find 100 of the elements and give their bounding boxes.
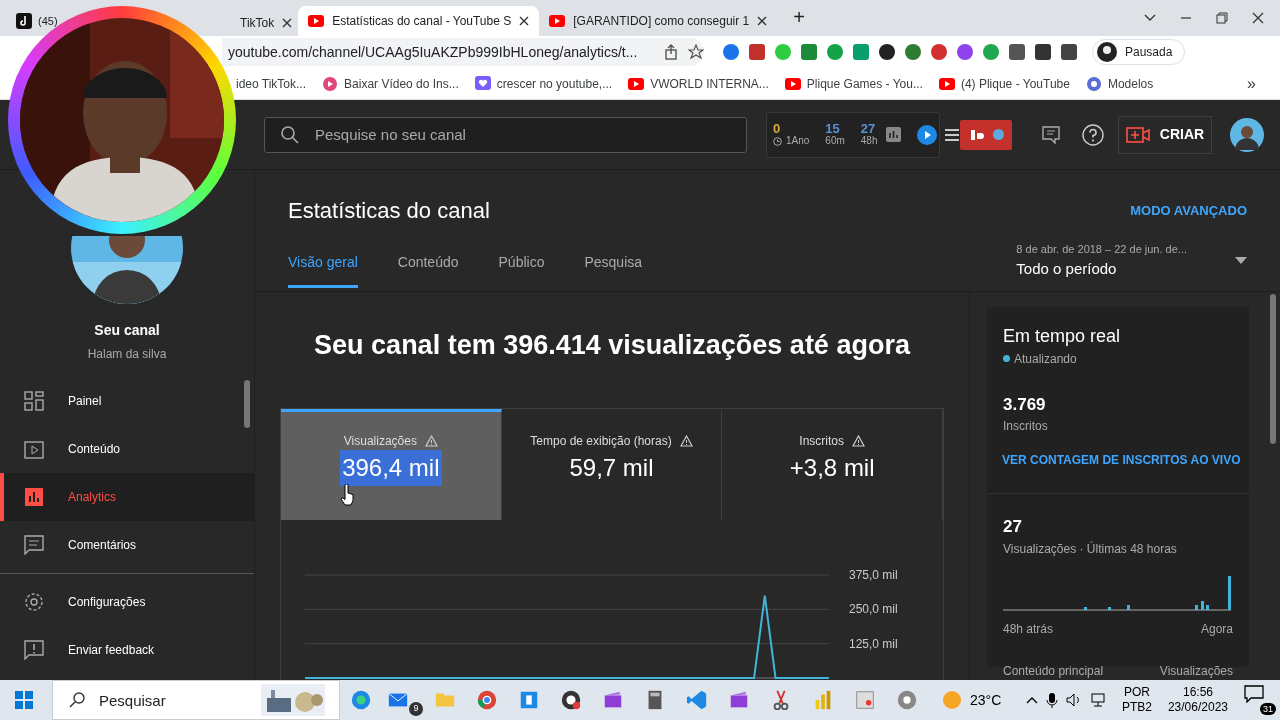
weather-icon bbox=[942, 690, 962, 710]
help-icon[interactable] bbox=[1082, 123, 1104, 146]
warning-icon bbox=[424, 435, 438, 448]
share-icon[interactable] bbox=[664, 44, 680, 60]
search-input[interactable]: Pesquise no seu canal bbox=[313, 117, 746, 152]
column-header: Visualizações bbox=[1159, 662, 1233, 680]
live-count-link[interactable]: VER CONTAGEM DE INSCRITOS AO VIVO bbox=[1002, 451, 1253, 470]
tiktok-icon[interactable] bbox=[16, 13, 32, 29]
play-icon[interactable] bbox=[916, 124, 937, 145]
scrollbar[interactable] bbox=[1270, 293, 1276, 444]
nav-item[interactable]: Analytics bbox=[0, 473, 254, 521]
notification-badge: 9 bbox=[409, 702, 423, 716]
video-play-icon bbox=[549, 13, 566, 29]
record-icon[interactable] bbox=[560, 689, 582, 711]
page-title: Estatísticas do canal bbox=[288, 197, 490, 225]
bar-chart-icon[interactable] bbox=[885, 127, 901, 142]
avatar[interactable] bbox=[1230, 117, 1264, 152]
counter-value: 0 bbox=[773, 122, 782, 137]
windows-icon[interactable] bbox=[15, 691, 33, 709]
status-dot-icon bbox=[1003, 355, 1010, 363]
axis-label: Agora bbox=[1200, 620, 1233, 638]
column-header: Conteúdo principal bbox=[1003, 662, 1104, 680]
temperature: 23°C bbox=[970, 690, 1002, 710]
chrome-icon[interactable] bbox=[476, 689, 498, 711]
close-icon[interactable] bbox=[757, 16, 768, 26]
code-editor-icon[interactable] bbox=[686, 689, 708, 711]
tab[interactable]: Público bbox=[498, 252, 545, 288]
nav-item[interactable]: Configurações bbox=[0, 578, 254, 626]
counter-value: 15 bbox=[825, 122, 840, 137]
browser-tab[interactable]: TikTok bbox=[238, 10, 299, 36]
tab[interactable]: Visão geral bbox=[288, 252, 358, 288]
microphone-icon[interactable] bbox=[1045, 692, 1058, 708]
browser-icon[interactable] bbox=[350, 689, 372, 711]
close-icon[interactable] bbox=[282, 18, 293, 28]
bookmark[interactable]: Plique Games - You... bbox=[784, 74, 923, 93]
status-dot-icon bbox=[992, 129, 1004, 140]
tab-title[interactable]: (45) bbox=[38, 15, 58, 27]
nav-item[interactable]: Enviar feedback bbox=[0, 626, 254, 674]
metric-label: Tempo de exibição (horas) bbox=[530, 433, 672, 451]
close-icon[interactable] bbox=[519, 16, 530, 26]
window-app-icon[interactable] bbox=[854, 689, 876, 711]
notifications-button[interactable]: 31 bbox=[1244, 685, 1276, 715]
advanced-mode-link[interactable]: MODO AVANÇADO bbox=[1130, 200, 1247, 221]
nav-item[interactable]: Painel bbox=[0, 377, 254, 425]
speaker-icon[interactable] bbox=[1065, 693, 1082, 707]
menu-icon[interactable] bbox=[944, 128, 959, 141]
tab[interactable]: Conteúdo bbox=[397, 252, 459, 288]
settings-icon bbox=[24, 592, 44, 612]
browser-tab[interactable]: Estatísticas do canal - YouTube S bbox=[298, 6, 540, 36]
taskbar-search-field[interactable]: Pesquisar bbox=[52, 680, 340, 720]
nav-item[interactable]: Conteúdo bbox=[0, 425, 254, 473]
view-count: 27 bbox=[1003, 516, 1023, 539]
bookmark[interactable]: Baixar Vídeo do Ins... bbox=[322, 74, 459, 93]
search-input[interactable]: Pesquisar bbox=[97, 682, 247, 718]
metric-tab[interactable]: Visualizações 396,4 mil bbox=[281, 409, 502, 521]
date-range: 8 de abr. de 2018 – 22 de jun. de... bbox=[1016, 242, 1187, 257]
more-bookmarks-button[interactable]: » bbox=[1247, 71, 1280, 96]
url-text: youtube.com/channel/UCAAg5IuAKZPb999IbHLoneg/analytics/t... bbox=[228, 42, 639, 62]
status-text: Atualizando bbox=[1014, 350, 1077, 368]
chevron-up-icon[interactable] bbox=[1025, 696, 1038, 704]
new-tab-button[interactable]: + bbox=[793, 2, 805, 32]
video-play-icon bbox=[628, 75, 645, 92]
app-icon[interactable] bbox=[518, 689, 540, 711]
bookmark[interactable]: (4) Plique - YouTube bbox=[938, 74, 1070, 93]
avatar-icon bbox=[1097, 42, 1117, 62]
browser-tab[interactable]: [GARANTIDO] como conseguir 1 bbox=[539, 6, 778, 36]
views-label: Visualizações · Últimas 48 horas bbox=[1003, 540, 1178, 558]
chrome-icon[interactable] bbox=[896, 689, 918, 711]
clock-icon bbox=[773, 136, 782, 146]
comment-icon bbox=[24, 535, 44, 555]
extension-icon[interactable] bbox=[1008, 43, 1026, 61]
video-play-icon bbox=[784, 75, 801, 92]
tab[interactable]: Pesquisa bbox=[584, 252, 643, 288]
language-indicator[interactable]: POR PTB2 bbox=[1121, 685, 1152, 715]
bookmark[interactable]: crescer no youtube,... bbox=[474, 74, 613, 93]
scrollbar[interactable] bbox=[244, 380, 250, 428]
bookmark[interactable]: Modelos bbox=[1085, 74, 1154, 93]
search-field[interactable]: Pesquise no seu canal bbox=[264, 116, 747, 153]
search-icon bbox=[69, 692, 85, 708]
metric-value: +3,8 mil bbox=[788, 453, 876, 484]
search-icon bbox=[281, 125, 299, 144]
address-bar[interactable]: youtube.com/channel/UCAAg5IuAKZPb999IbHLoneg/analytics/t... bbox=[222, 38, 704, 66]
close-icon[interactable] bbox=[1252, 12, 1264, 24]
metric-label: Visualizações bbox=[343, 433, 417, 451]
extension-icon[interactable] bbox=[1034, 43, 1052, 61]
tab-title: Estatísticas do canal - YouTube S bbox=[332, 14, 512, 28]
extension-icon[interactable] bbox=[878, 43, 896, 61]
clock[interactable]: 16:56 23/06/2023 bbox=[1167, 685, 1228, 715]
feedback-icon[interactable] bbox=[1042, 125, 1060, 144]
nav-item[interactable]: Comentários bbox=[0, 521, 254, 569]
metric-value: 396,4 mil bbox=[340, 450, 442, 487]
bookmark[interactable]: VWORLD INTERNA... bbox=[628, 74, 769, 93]
bookmark[interactable]: ideo TikTok... bbox=[236, 74, 307, 93]
date-picker[interactable]: 8 de abr. de 2018 – 22 de jun. de... Todo o período bbox=[1016, 241, 1247, 280]
star-icon[interactable] bbox=[688, 44, 704, 60]
create-button[interactable]: CRIAR bbox=[1118, 115, 1212, 154]
restore-icon[interactable] bbox=[1216, 12, 1228, 24]
network-icon[interactable] bbox=[1089, 693, 1106, 707]
extension-icon[interactable] bbox=[1060, 43, 1078, 61]
extension-button[interactable] bbox=[960, 119, 1012, 150]
